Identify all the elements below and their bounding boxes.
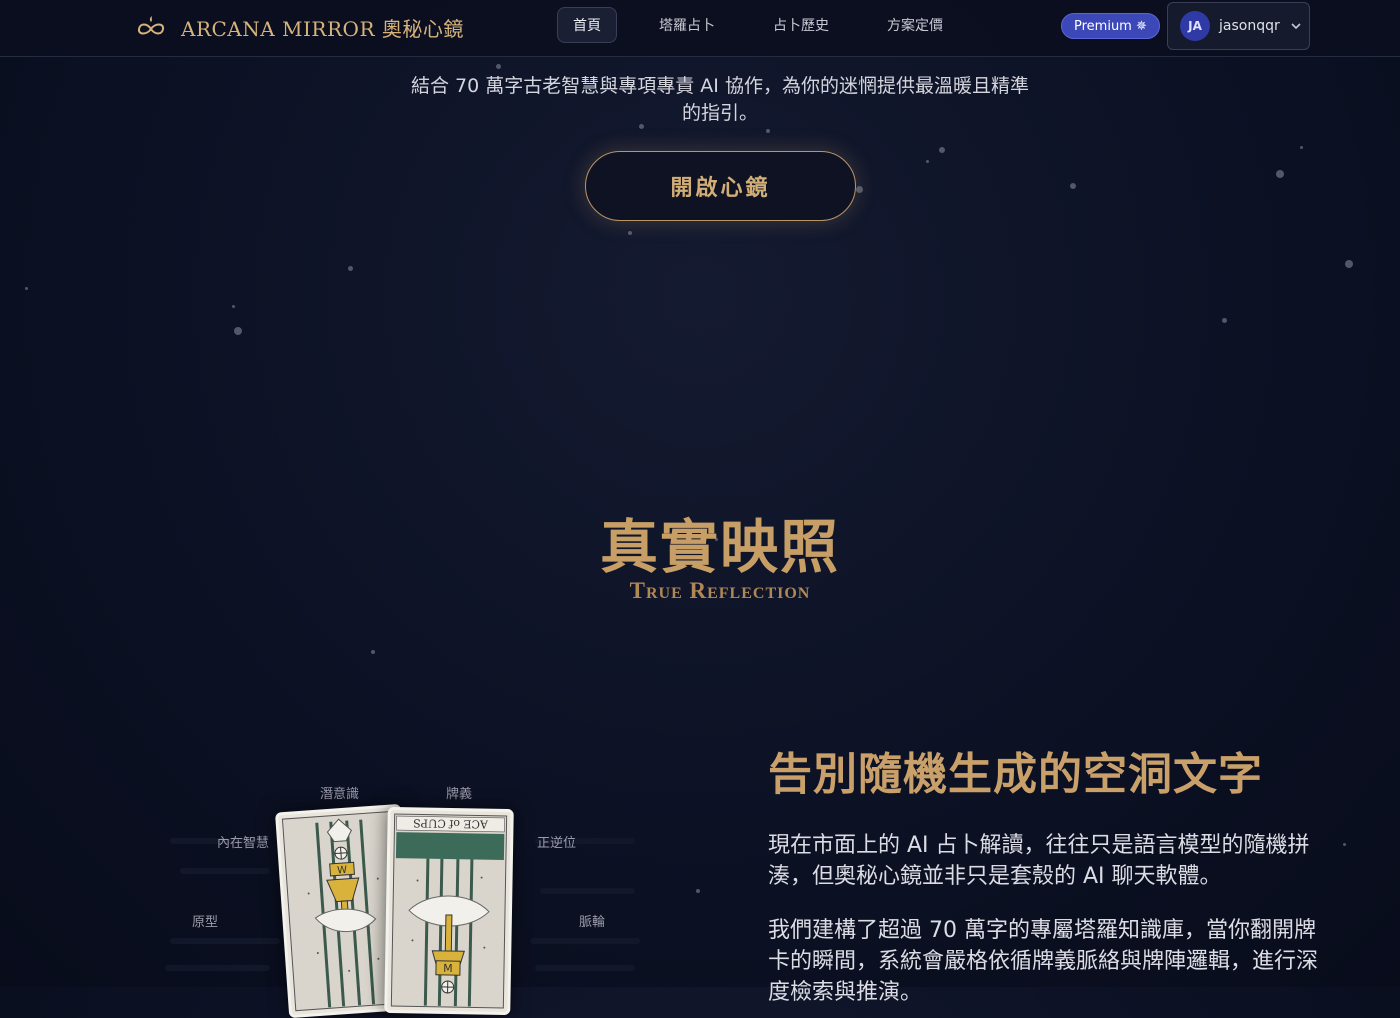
star <box>1276 170 1284 178</box>
faded-text-line <box>170 938 280 944</box>
star <box>232 305 235 308</box>
label-subconscious: 潛意識 <box>320 787 360 802</box>
star <box>696 889 700 893</box>
username: jasonqqr <box>1219 18 1280 34</box>
star <box>234 327 242 335</box>
label-archetype: 原型 <box>192 915 219 930</box>
faded-text-line <box>165 965 270 971</box>
star <box>1222 318 1227 323</box>
faded-text-line <box>180 868 270 874</box>
label-inner-wisdom: 內在智慧 <box>217 836 270 851</box>
star <box>1343 843 1346 846</box>
star <box>766 129 770 133</box>
knowledge-diagram: 潛意識 牌義 內在智慧 正逆位 原型 脈輪 W ACE of CUPS M <box>150 760 670 1018</box>
tarot-card-art: ACE of CUPS M <box>390 813 508 1009</box>
star <box>628 231 632 235</box>
nav-pricing[interactable]: 方案定價 <box>871 7 959 43</box>
label-upright-reversed: 正逆位 <box>537 836 577 851</box>
chevron-down-icon <box>1291 23 1301 30</box>
feature-headline: 告別隨機生成的空洞文字 <box>768 749 1263 800</box>
star <box>1345 260 1353 268</box>
top-navbar: ARCANA MIRROR 奧秘心鏡 首頁 塔羅占卜 占卜歷史 方案定價 Pre… <box>0 0 1400 57</box>
hero-description: 結合 70 萬字古老智慧與專項專責 AI 協作，為你的迷惘提供最溫暖且精準的指引… <box>411 75 1029 124</box>
tarot-card-ace-of-cups: ACE of CUPS M <box>384 806 514 1016</box>
nav-reading-history[interactable]: 占卜歷史 <box>757 7 845 43</box>
infinity-logo-icon <box>137 16 165 35</box>
premium-badge[interactable]: Premium ✵ <box>1061 13 1160 39</box>
label-meaning: 牌義 <box>446 787 473 802</box>
nav-tarot-reading[interactable]: 塔羅占卜 <box>643 7 731 43</box>
faded-text-line <box>535 965 635 971</box>
brand-name: ARCANA MIRROR 奧秘心鏡 <box>181 16 464 41</box>
user-menu-button[interactable]: JA jasonqqr <box>1167 2 1310 50</box>
section-subtitle: True Reflection <box>629 578 811 603</box>
star <box>1070 183 1076 189</box>
star <box>348 266 353 271</box>
feature-paragraph-1: 現在市面上的 AI 占卜解讀，往往只是語言模型的隨機拼湊，但奧秘心鏡並非只是套殼… <box>768 833 1310 889</box>
svg-text:ACE of CUPS: ACE of CUPS <box>413 816 489 830</box>
faded-text-line <box>530 938 640 944</box>
label-wheel: 脈輪 <box>579 915 606 930</box>
faded-text-line <box>540 888 635 894</box>
avatar: JA <box>1180 11 1210 41</box>
star <box>1300 146 1303 149</box>
star <box>25 287 28 290</box>
star <box>856 186 863 193</box>
star <box>939 147 945 153</box>
brand-logo-link[interactable]: ARCANA MIRROR 奧秘心鏡 <box>133 11 464 43</box>
open-mirror-button[interactable]: 開啟心鏡 <box>585 151 856 221</box>
svg-text:M: M <box>443 962 453 975</box>
star <box>926 160 929 163</box>
main-nav: 首頁 塔羅占卜 占卜歷史 方案定價 <box>557 7 985 43</box>
star <box>496 64 501 69</box>
nav-home[interactable]: 首頁 <box>557 7 617 43</box>
svg-text:W: W <box>337 865 348 877</box>
section-title: 真實映照 <box>599 513 840 581</box>
star <box>371 650 375 654</box>
feature-paragraph-2: 我們建構了超過 70 萬字的專屬塔羅知識庫，當你翻開牌卡的瞬間，系統會嚴格依循牌… <box>768 918 1319 1005</box>
